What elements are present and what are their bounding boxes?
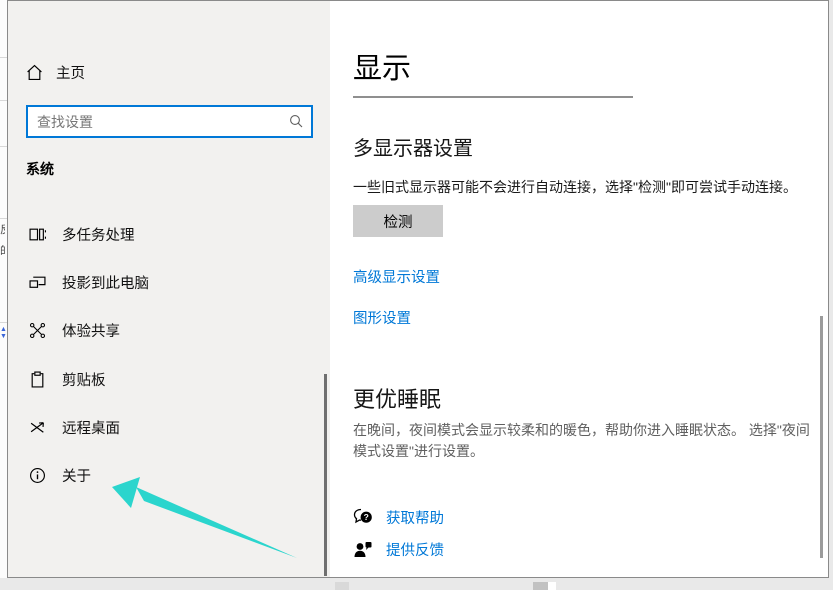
main-scrollbar[interactable]	[820, 316, 823, 558]
sidebar-item-label: 剪贴板	[62, 369, 106, 390]
search-icon	[288, 113, 304, 129]
project-to-pc-icon	[29, 274, 46, 291]
background-window-sliver: 反 的 ▲▼	[0, 0, 7, 578]
sidebar-item-project-to-pc[interactable]: 投影到此电脑	[8, 260, 330, 304]
multi-display-description: 一些旧式显示器可能不会进行自动连接，选择"检测"即可尝试手动连接。	[353, 177, 825, 198]
sidebar-item-home[interactable]: 主页	[26, 62, 85, 83]
feedback-label: 提供反馈	[386, 539, 444, 560]
background-taskbar-fragment	[335, 582, 349, 590]
background-text-fragment: 的	[0, 245, 5, 257]
sidebar-item-label: 主页	[56, 62, 85, 83]
sidebar-item-remote-desktop[interactable]: 远程桌面	[8, 405, 330, 449]
background-line	[0, 146, 7, 147]
page-title-underline	[353, 96, 633, 98]
get-help-label: 获取帮助	[386, 507, 444, 528]
home-icon	[26, 64, 43, 81]
sidebar-item-label: 体验共享	[62, 320, 120, 341]
shared-experiences-icon	[29, 322, 46, 339]
screenshot-root: 反 的 ▲▼ 设置	[0, 0, 833, 590]
sidebar-item-clipboard[interactable]: 剪贴板	[8, 357, 330, 401]
sidebar-section-system: 系统	[26, 159, 54, 179]
sidebar-scrollbar[interactable]	[324, 374, 327, 576]
sidebar-item-label: 投影到此电脑	[62, 272, 149, 293]
advanced-display-settings-link[interactable]: 高级显示设置	[353, 266, 440, 287]
search-box	[26, 105, 313, 138]
svg-text:?: ?	[364, 512, 369, 522]
night-light-heading: 更优睡眠	[353, 382, 441, 414]
search-input[interactable]	[28, 107, 311, 136]
sidebar-item-shared-experiences[interactable]: 体验共享	[8, 308, 330, 352]
night-light-description: 在晚间，夜间模式会显示较柔和的暖色，帮助你进入睡眠状态。 选择"夜间模式设置"进…	[353, 420, 815, 462]
feedback-link[interactable]: 提供反馈	[353, 539, 444, 560]
multitasking-icon	[29, 226, 46, 243]
sidebar-item-multitasking[interactable]: 多任务处理	[8, 212, 330, 256]
multi-display-heading: 多显示器设置	[353, 132, 473, 161]
background-text-fragment: 反	[0, 224, 5, 236]
background-line	[0, 322, 7, 323]
sidebar-item-label: 多任务处理	[62, 224, 135, 245]
clipboard-icon	[29, 371, 46, 388]
background-line	[0, 218, 7, 219]
main-content: 显示 多显示器设置 一些旧式显示器可能不会进行自动连接，选择"检测"即可尝试手动…	[330, 1, 828, 577]
page-title: 显示	[353, 45, 411, 87]
graphics-settings-link[interactable]: 图形设置	[353, 307, 411, 328]
background-line	[0, 57, 7, 58]
feedback-icon	[353, 540, 373, 559]
detect-button[interactable]: 检测	[353, 205, 443, 237]
remote-desktop-icon	[29, 419, 46, 436]
sidebar-item-label: 关于	[62, 465, 91, 486]
background-taskbar-fragment	[533, 582, 548, 590]
background-line	[0, 100, 7, 101]
about-icon	[29, 467, 46, 484]
settings-window: 设置 主页	[7, 0, 829, 578]
background-taskbar-fragment	[548, 582, 556, 590]
get-help-icon: ?	[353, 508, 373, 527]
background-sort-arrows-icon: ▲▼	[0, 326, 7, 340]
sidebar-item-about[interactable]: 关于	[8, 453, 330, 497]
sidebar: 主页 系统 多任务处理	[8, 1, 330, 577]
sidebar-item-label: 远程桌面	[62, 417, 120, 438]
get-help-link[interactable]: ? 获取帮助	[353, 507, 444, 528]
